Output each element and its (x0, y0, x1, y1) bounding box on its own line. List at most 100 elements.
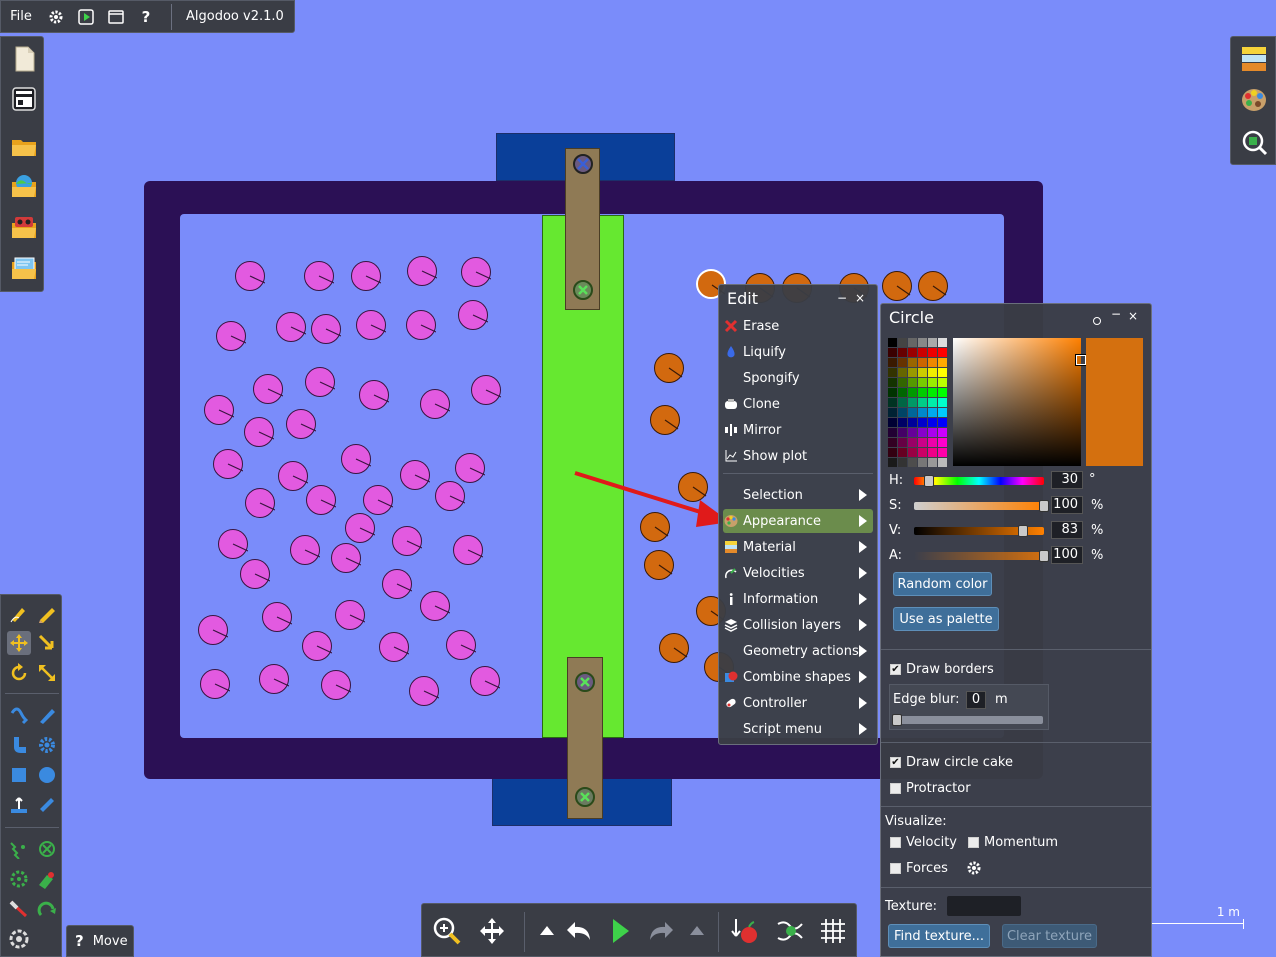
color-swatch[interactable] (908, 448, 917, 457)
alpha-slider-handle[interactable] (1039, 550, 1049, 562)
help-icon[interactable]: ? (75, 932, 84, 950)
orange-ball[interactable] (644, 550, 674, 580)
color-swatch[interactable] (938, 358, 947, 367)
color-swatch[interactable] (888, 378, 897, 387)
pink-ball[interactable] (213, 449, 243, 479)
pink-ball[interactable] (259, 664, 289, 694)
spring-joint-tool-icon[interactable] (7, 837, 31, 861)
color-swatch[interactable] (928, 348, 937, 357)
pink-ball[interactable] (253, 374, 283, 404)
color-swatch[interactable] (928, 448, 937, 457)
color-swatch[interactable] (938, 418, 947, 427)
sketch-tool-icon[interactable] (7, 601, 31, 625)
color-swatch[interactable] (908, 358, 917, 367)
color-swatch[interactable] (888, 438, 897, 447)
palette-icon[interactable] (1240, 86, 1268, 114)
window-icon[interactable] (101, 0, 131, 33)
draw-borders-check[interactable]: ✔ (890, 664, 901, 675)
pink-ball[interactable] (382, 569, 412, 599)
pan-icon[interactable] (475, 914, 509, 948)
color-swatch[interactable] (888, 418, 897, 427)
axle-tool-icon[interactable] (7, 867, 31, 891)
pink-ball[interactable] (245, 488, 275, 518)
gravity-icon[interactable] (728, 914, 762, 948)
spring-tool-icon[interactable] (7, 703, 31, 727)
zoom-icon[interactable] (430, 914, 464, 948)
color-swatch[interactable] (898, 368, 907, 377)
color-swatch[interactable] (898, 408, 907, 417)
pink-ball[interactable] (341, 444, 371, 474)
color-swatch[interactable] (888, 348, 897, 357)
color-swatch[interactable] (888, 428, 897, 437)
menu-item-show-plot[interactable]: Show plot (723, 444, 873, 468)
color-swatch[interactable] (928, 398, 937, 407)
pink-ball[interactable] (458, 300, 488, 330)
undo-menu-icon[interactable] (530, 914, 564, 948)
thruster-tool-icon[interactable] (35, 897, 59, 921)
pink-ball[interactable] (409, 676, 439, 706)
color-swatch[interactable] (888, 448, 897, 457)
pink-ball[interactable] (379, 632, 409, 662)
momentum-check[interactable] (968, 837, 979, 848)
color-swatch[interactable] (918, 438, 927, 447)
color-swatch[interactable] (898, 338, 907, 347)
color-swatch[interactable] (918, 338, 927, 347)
pink-ball[interactable] (216, 321, 246, 351)
color-swatch[interactable] (928, 338, 937, 347)
color-swatch[interactable] (928, 408, 937, 417)
pink-ball[interactable] (335, 600, 365, 630)
edge-blur-slider[interactable] (893, 716, 1043, 724)
color-swatch[interactable] (938, 388, 947, 397)
pink-ball[interactable] (331, 543, 361, 573)
menu-item-clone[interactable]: Clone (723, 392, 873, 416)
new-scene-icon[interactable] (10, 45, 38, 73)
pink-ball[interactable] (290, 535, 320, 565)
fixate-tool-icon[interactable] (35, 837, 59, 861)
pink-ball[interactable] (240, 559, 270, 589)
draw-circle-cake-checkbox[interactable]: ✔ Draw circle cake (890, 755, 1013, 770)
orange-ball[interactable] (918, 271, 948, 301)
pink-ball[interactable] (406, 310, 436, 340)
menu-item-selection[interactable]: Selection (723, 483, 873, 507)
color-swatch[interactable] (918, 428, 927, 437)
color-swatch[interactable] (918, 408, 927, 417)
pink-ball[interactable] (407, 256, 437, 286)
sv-cursor[interactable] (1076, 355, 1086, 365)
pink-ball[interactable] (471, 375, 501, 405)
menu-item-controller[interactable]: Controller (723, 691, 873, 715)
menu-item-liquify[interactable]: Liquify (723, 340, 873, 364)
color-swatch[interactable] (918, 448, 927, 457)
pencil-tool-icon[interactable] (35, 601, 59, 625)
fixate-icon[interactable] (572, 279, 594, 301)
pink-ball[interactable] (286, 409, 316, 439)
pink-ball[interactable] (446, 630, 476, 660)
pink-ball[interactable] (198, 615, 228, 645)
color-swatch[interactable] (888, 368, 897, 377)
color-swatch[interactable] (908, 408, 917, 417)
close-icon[interactable]: × (855, 291, 865, 305)
menu-item-collision-layers[interactable]: Collision layers (723, 613, 873, 637)
color-swatch[interactable] (888, 338, 897, 347)
value-slider-handle[interactable] (1017, 525, 1028, 537)
color-swatch[interactable] (908, 348, 917, 357)
color-swatch[interactable] (928, 368, 937, 377)
color-swatch[interactable] (908, 368, 917, 377)
find-texture-button[interactable]: Find texture... (888, 924, 990, 948)
edge-blur-value[interactable]: 0 (966, 691, 986, 709)
pink-ball[interactable] (302, 631, 332, 661)
pink-ball[interactable] (244, 417, 274, 447)
color-swatch[interactable] (908, 438, 917, 447)
menu-item-script-menu[interactable]: Script menu (723, 717, 873, 741)
menu-item-information[interactable]: Information (723, 587, 873, 611)
forces-checkbox[interactable]: Forces (890, 861, 948, 876)
material-icon[interactable] (1240, 45, 1268, 73)
color-swatch[interactable] (928, 358, 937, 367)
play-icon[interactable] (603, 914, 637, 948)
pink-ball[interactable] (455, 453, 485, 483)
color-swatch[interactable] (918, 418, 927, 427)
color-swatch[interactable] (898, 448, 907, 457)
color-swatch[interactable] (938, 378, 947, 387)
chain-tool-icon[interactable] (35, 793, 59, 817)
pink-ball[interactable] (204, 395, 234, 425)
pink-ball[interactable] (470, 666, 500, 696)
